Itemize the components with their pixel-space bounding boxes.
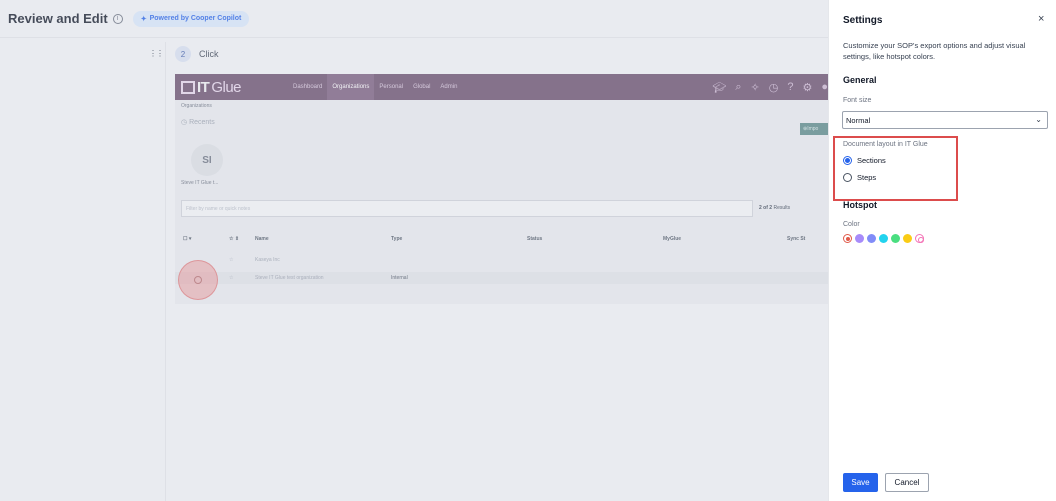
- general-heading: General: [843, 75, 877, 85]
- radio-label-sections: Sections: [857, 156, 886, 165]
- modal-backdrop[interactable]: [0, 0, 828, 501]
- color-picker: [843, 234, 924, 243]
- color-swatch-indigo[interactable]: [867, 234, 876, 243]
- settings-description: Customize your SOP's export options and …: [843, 41, 1026, 61]
- radio-label-steps: Steps: [857, 173, 877, 182]
- radio-steps[interactable]: Steps: [843, 173, 876, 182]
- hotspot-heading: Hotspot: [843, 200, 877, 210]
- font-size-label: Font size: [843, 97, 872, 104]
- save-button[interactable]: Save: [843, 473, 878, 492]
- cancel-button[interactable]: Cancel: [885, 473, 929, 492]
- close-icon[interactable]: ×: [1038, 13, 1044, 25]
- radio-sections[interactable]: Sections: [843, 156, 886, 165]
- font-size-select[interactable]: Normal ⌄: [842, 111, 1048, 129]
- settings-title: Settings: [843, 15, 883, 26]
- color-label: Color: [843, 221, 860, 228]
- color-swatch-green[interactable]: [891, 234, 900, 243]
- color-swatch-yellow[interactable]: [903, 234, 912, 243]
- radio-button[interactable]: [843, 173, 852, 182]
- color-swatch-pink[interactable]: [915, 234, 924, 243]
- color-swatch-cyan[interactable]: [879, 234, 888, 243]
- color-swatch-red[interactable]: [843, 234, 852, 243]
- layout-label: Document layout in IT Glue: [843, 141, 928, 148]
- settings-panel: Settings × Customize your SOP's export o…: [828, 0, 1056, 501]
- chevron-down-icon: ⌄: [1035, 115, 1042, 124]
- font-size-value: Normal: [846, 116, 871, 125]
- color-swatch-lavender[interactable]: [855, 234, 864, 243]
- radio-button[interactable]: [843, 156, 852, 165]
